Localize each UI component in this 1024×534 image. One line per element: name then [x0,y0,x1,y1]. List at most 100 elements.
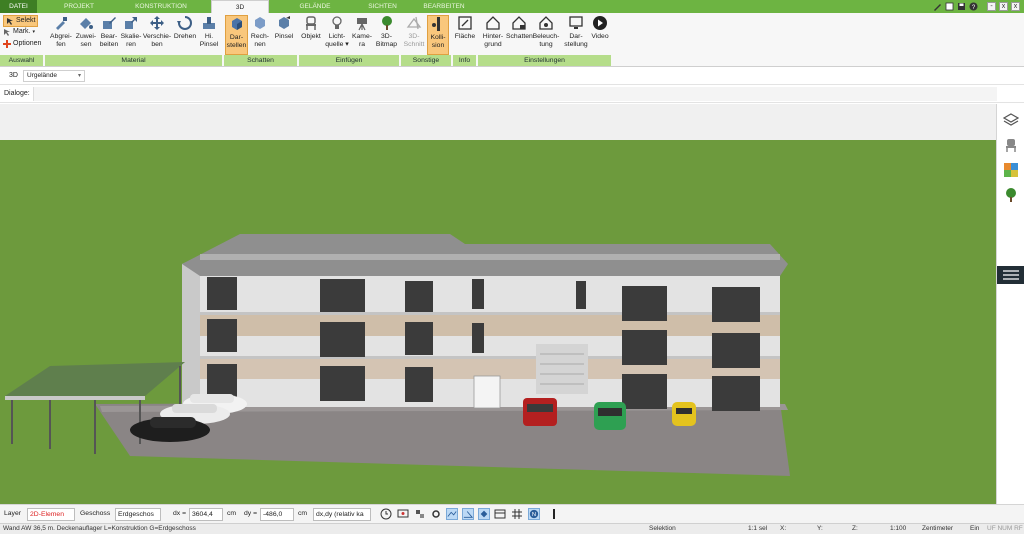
group-label-sonstige: Sonstige [401,55,452,66]
material-scale-label-1: Skalie- [120,33,142,40]
shadow-calc-label-2: nen [254,41,266,48]
snap-angle-icon[interactable] [462,508,474,520]
display-label-2: stellung [564,41,588,48]
panel-toggle-button[interactable] [997,266,1024,284]
gear-snap-icon[interactable] [430,508,442,520]
tab-projekt[interactable]: PROJEKT [48,0,110,13]
lighting-button[interactable]: Beleuch- tung [532,15,560,49]
save-icon[interactable] [957,2,966,11]
floor-line-2 [200,356,780,359]
tree-icon [381,16,392,30]
area-button[interactable]: Fläche [454,15,476,41]
material-pick-label-1: Abgrei- [50,33,72,40]
north-icon[interactable]: N [528,508,540,520]
clock-icon[interactable] [380,508,392,520]
grid-icon[interactable] [511,508,523,520]
layers-icon[interactable] [1003,112,1019,128]
tab-gelaende[interactable]: GELÄNDE [270,0,360,13]
insert-light-label-1: Licht- [328,33,346,40]
terrain-select[interactable]: Urgelände ▾ [23,70,85,82]
snap-line-icon[interactable] [446,508,458,520]
video-button[interactable]: Video [589,15,611,41]
screen-capture-icon[interactable] [397,508,409,520]
material-rotate-button[interactable]: Drehen [172,15,198,41]
floor-select[interactable]: Erdgeschos [115,508,161,521]
close-button[interactable]: x [1011,2,1020,11]
plus-icon [3,40,11,48]
monitor-icon [569,16,583,29]
house-background-icon [486,16,500,30]
snap-area-icon[interactable] [478,508,490,520]
house-shadow-icon [512,16,526,30]
display-label-1: Dar- [569,33,583,40]
material-move-button[interactable]: Verschie- ben [142,15,172,49]
car-red [523,398,557,426]
pen-icon[interactable] [933,2,942,11]
brush-edit-icon [103,17,116,29]
tab-konstruktion[interactable]: KONSTRUKTION [112,0,210,13]
shadow-settings-button[interactable]: Schatten [506,15,533,41]
chevron-down-icon: ▾ [77,73,81,79]
dy-input[interactable]: -486,0 [260,508,294,521]
options-label: Optionen [13,40,42,47]
3d-viewport[interactable] [0,104,996,504]
plant-tree-icon[interactable] [1003,187,1019,203]
building-side-wall [182,256,200,407]
table-view-icon[interactable] [494,508,506,520]
dx-input[interactable]: 3604,4 [189,508,223,521]
material-edit-button[interactable]: Bear- beiten [98,15,120,49]
status-selection: 1:1 sel [748,525,768,532]
tab-3d[interactable]: 3D [211,0,269,13]
layer-select[interactable]: 2D-Elemen [27,508,75,521]
lighting-label-2: tung [539,41,553,48]
minimize-button[interactable]: - [987,2,996,11]
status-mode: Selektion [649,525,676,532]
insert-light-button[interactable]: Licht- quelle ▾ [324,15,350,49]
restore-button[interactable]: x [999,2,1008,11]
select-button[interactable]: Selekt [3,15,39,27]
document-icon[interactable] [945,2,954,11]
options-button[interactable]: Optionen [3,39,41,49]
shadow-brush-label-1: Pinsel [274,33,294,40]
insert-camera-button[interactable]: Kame- ra [350,15,374,49]
carport-roof [5,362,185,396]
tab-bearbeiten[interactable]: BEARBEITEN [410,0,478,13]
background-label-1: Hinter- [482,33,504,40]
shadow-brush-button[interactable]: Pinsel [272,15,296,41]
move-icon [150,16,164,30]
collision-label-2: sion [431,42,445,49]
material-edit-label-1: Bear- [100,33,118,40]
group-label-einstellungen: Einstellungen [478,55,612,66]
area-label-1: Fläche [454,33,476,40]
cursor-bar-icon[interactable] [548,508,560,520]
chair-icon [306,16,316,30]
section-3d-label-1: 3D- [408,33,420,40]
tab-sichten[interactable]: SICHTEN [355,0,410,13]
section-3d-button[interactable]: 3D- Schnitt [402,15,426,49]
shadow-show-button[interactable]: Dar- stellen [225,15,248,55]
group-label-info: Info [453,55,477,66]
background-button[interactable]: Hinter- grund [480,15,506,49]
color-palette-icon[interactable] [1003,162,1019,178]
material-brush-button[interactable]: Hi. Pinsel [198,15,220,49]
help-icon[interactable]: ? [969,2,978,11]
material-scale-button[interactable]: Skalie- ren [120,15,142,49]
shadow-calc-button[interactable]: Rech- nen [249,15,271,49]
coordinate-mode-select[interactable]: dx,dy (relativ ka [313,508,371,521]
insert-light-label-2: quelle ▾ [325,41,349,48]
material-brush-label-1: Hi. [204,33,214,40]
ribbon: Selekt Mark. ▾ Optionen Auswahl Abgrei- … [0,13,1024,67]
tab-datei[interactable]: DATEI [0,0,37,13]
mark-button[interactable]: Mark. ▾ [3,27,35,37]
insert-object-button[interactable]: Objekt [299,15,323,41]
display-button[interactable]: Dar- stellung [562,15,590,49]
material-assign-button[interactable]: Zuwei- sen [74,15,98,49]
object-snap-icon[interactable] [414,508,426,520]
insert-bitmap-button[interactable]: 3D- Bitmap [374,15,399,49]
material-scale-label-2: ren [126,41,136,48]
collision-button[interactable]: Kolli- sion [427,15,449,55]
collision-icon [432,17,440,31]
furniture-chair-icon[interactable] [1003,137,1019,153]
material-pick-button[interactable]: Abgrei- fen [48,15,74,49]
insert-object-label-1: Objekt [301,33,321,40]
